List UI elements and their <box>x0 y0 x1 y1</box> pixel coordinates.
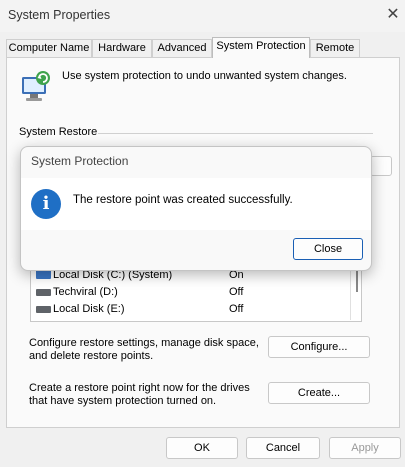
dialog-message: The restore point was created successful… <box>73 194 293 206</box>
close-icon[interactable]: ✕ <box>383 5 403 25</box>
create-button[interactable]: Create... <box>268 382 370 404</box>
drive-protection-status: Off <box>229 303 244 315</box>
configure-button[interactable]: Configure... <box>268 336 370 358</box>
dialog-title: System Protection <box>31 154 129 168</box>
tab-computer-name[interactable]: Computer Name <box>6 39 92 57</box>
configure-description: Configure restore settings, manage disk … <box>29 337 259 362</box>
window-title: System Properties <box>8 8 111 22</box>
create-description: Create a restore point right now for the… <box>29 382 250 407</box>
system-protection-dialog: System Protection i The restore point wa… <box>20 146 372 271</box>
tab-remote[interactable]: Remote <box>310 39 360 57</box>
ok-button[interactable]: OK <box>166 437 238 459</box>
scrollbar-thumb[interactable] <box>356 268 358 292</box>
system-drive-icon <box>36 270 51 279</box>
info-icon: i <box>31 189 61 219</box>
drive-icon <box>36 306 51 313</box>
section-divider <box>98 133 373 134</box>
system-restore-button[interactable] <box>370 156 392 176</box>
drive-row[interactable]: Techviral (D:) Off <box>31 284 361 301</box>
tab-system-protection[interactable]: System Protection <box>212 37 310 58</box>
drive-protection-status: Off <box>229 286 244 298</box>
drive-name: Techviral (D:) <box>53 286 118 298</box>
cancel-button[interactable]: Cancel <box>246 437 320 459</box>
tab-hardware[interactable]: Hardware <box>92 39 152 57</box>
system-restore-heading: System Restore <box>19 126 98 138</box>
tab-advanced[interactable]: Advanced <box>152 39 212 57</box>
system-protection-icon <box>19 69 55 105</box>
intro-text: Use system protection to undo unwanted s… <box>62 70 347 82</box>
drive-name: Local Disk (E:) <box>53 303 125 315</box>
drive-row[interactable]: Local Disk (E:) Off <box>31 301 361 318</box>
apply-button[interactable]: Apply <box>329 437 401 459</box>
drive-icon <box>36 289 51 296</box>
dialog-close-button[interactable]: Close <box>293 238 363 260</box>
